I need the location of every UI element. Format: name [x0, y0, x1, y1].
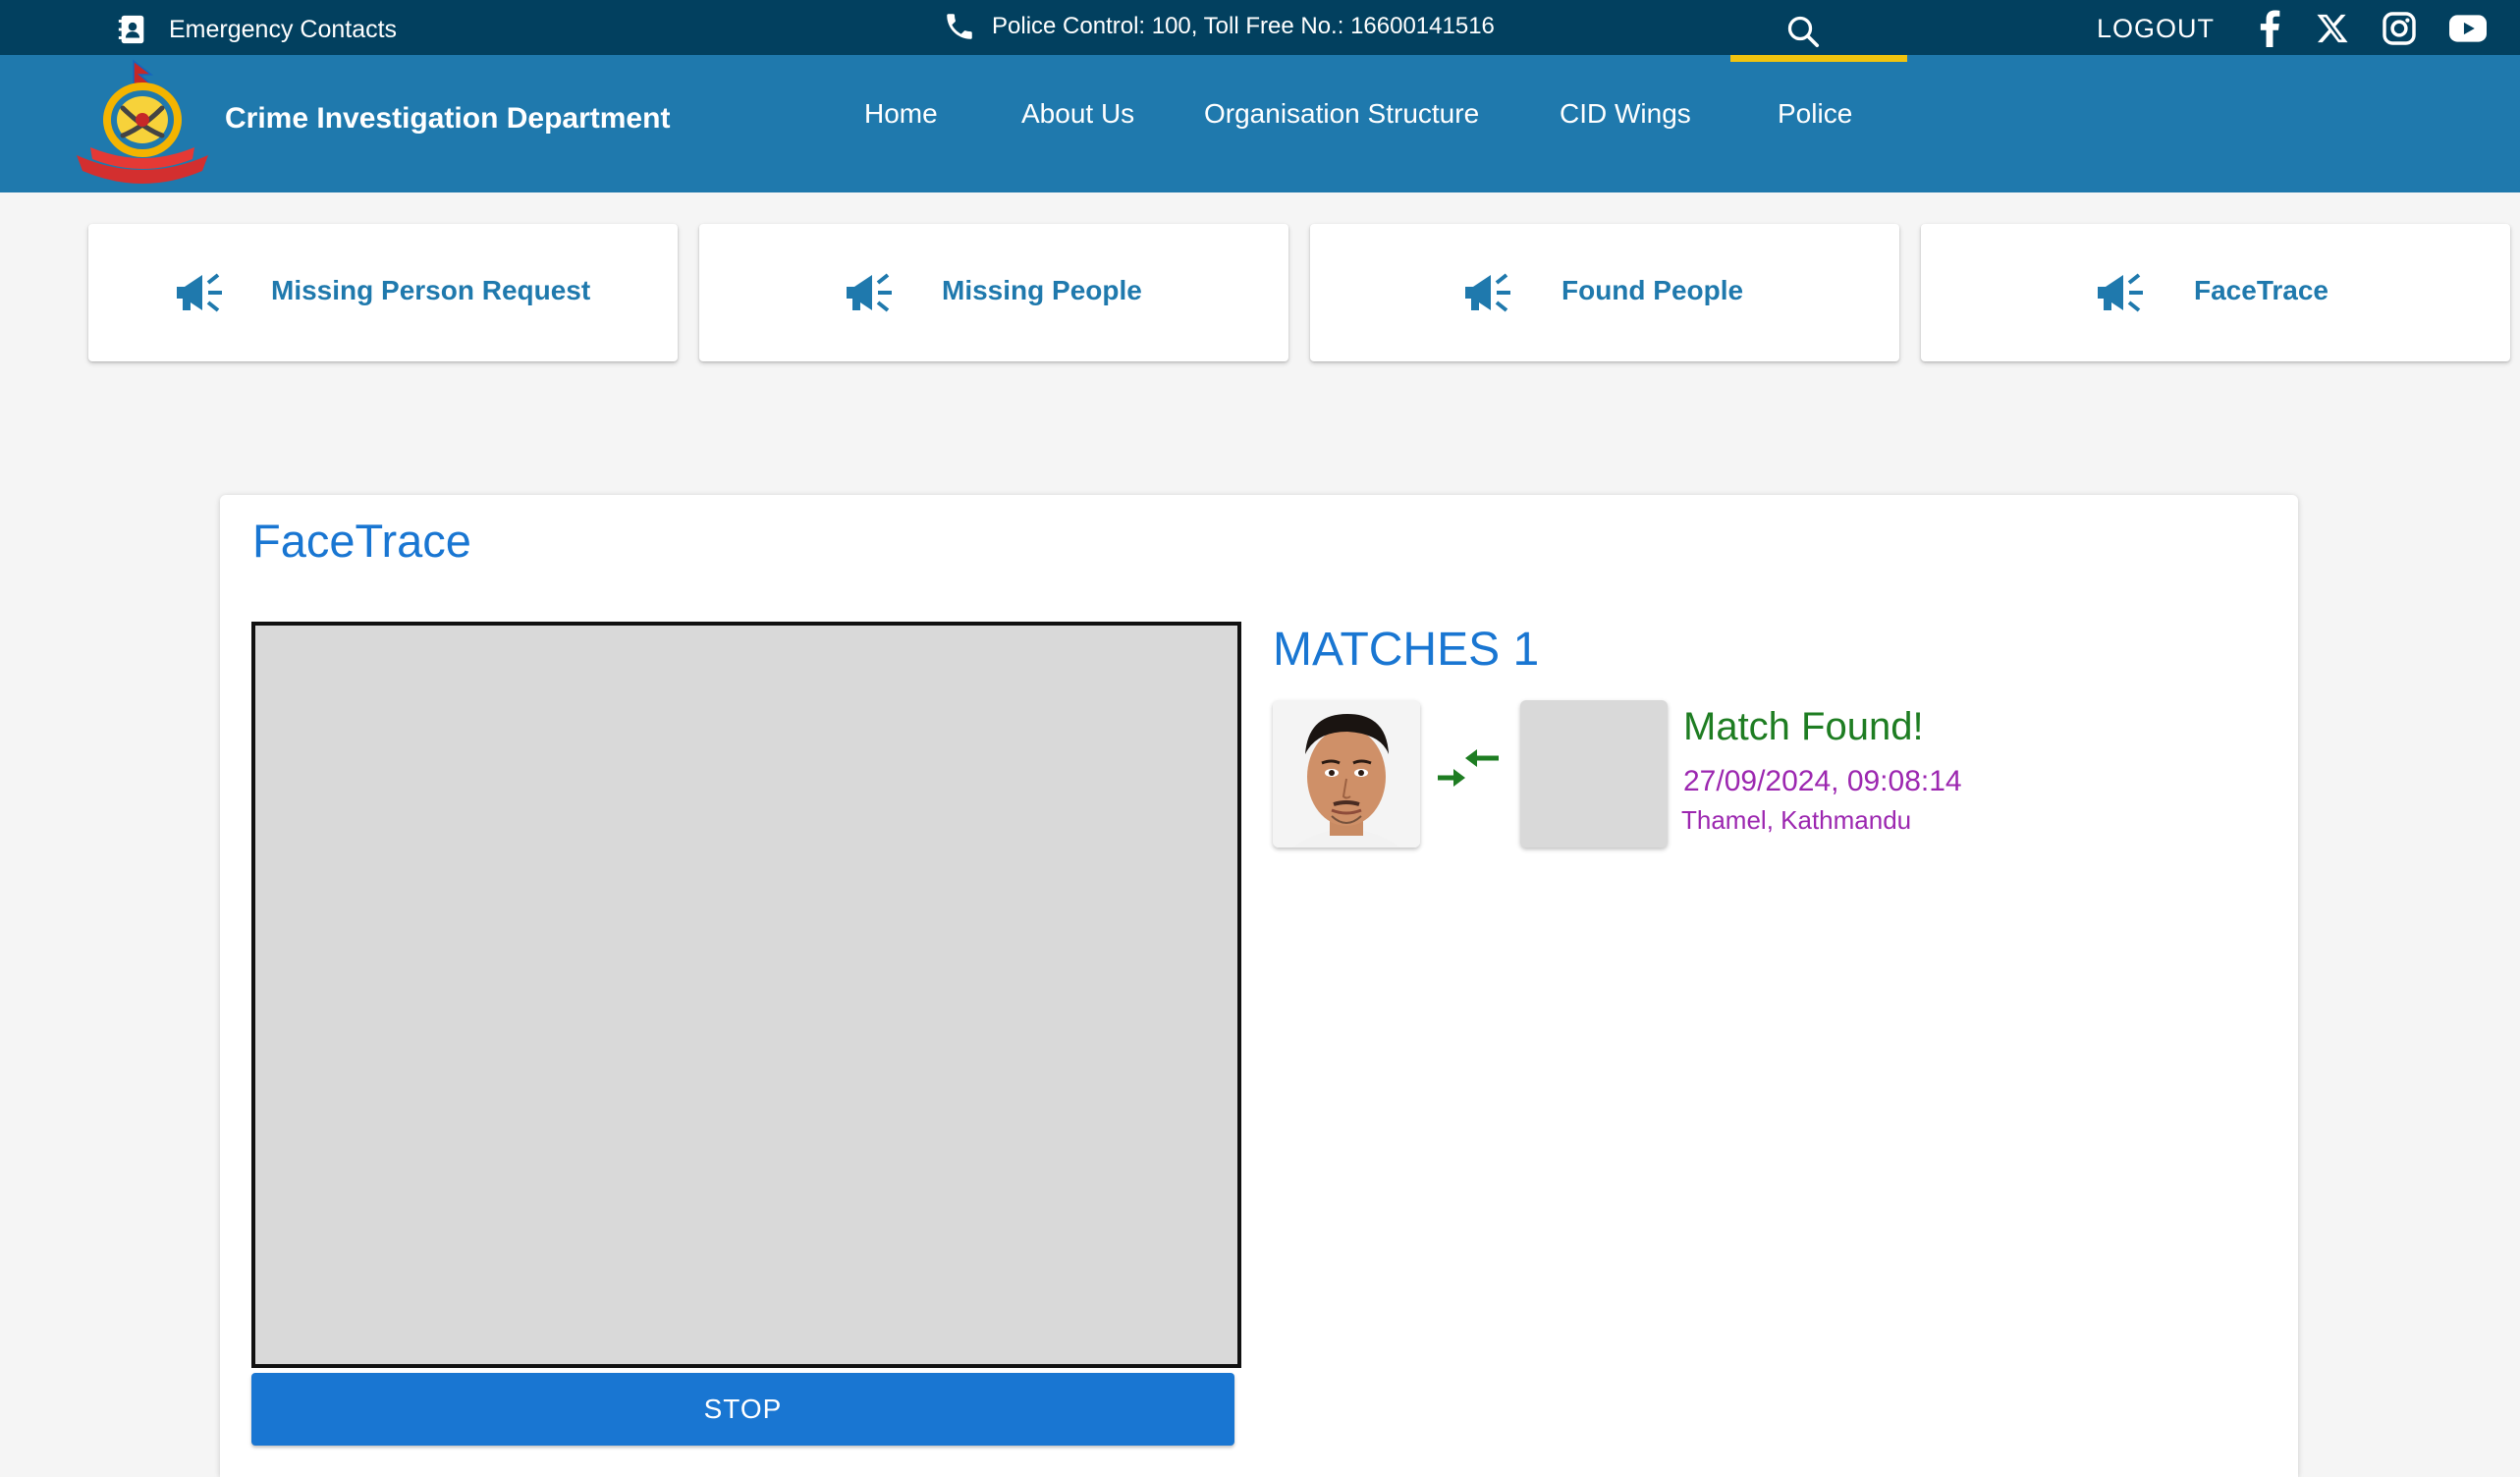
nav-cid-wings[interactable]: CID Wings: [1560, 98, 1691, 130]
page-title: FaceTrace: [252, 515, 471, 567]
nav-organisation-structure[interactable]: Organisation Structure: [1204, 98, 1479, 130]
quick-link-label: Missing Person Request: [271, 275, 591, 305]
police-logo[interactable]: [69, 59, 216, 187]
quick-link-label: FaceTrace: [2194, 275, 2328, 305]
facebook-link[interactable]: [2251, 10, 2288, 47]
nav-home[interactable]: Home: [864, 98, 938, 130]
youtube-link[interactable]: [2449, 10, 2487, 47]
police-contact-text: Police Control: 100, Toll Free No.: 1660…: [992, 13, 1495, 39]
quick-link-found-people[interactable]: Found People: [1310, 224, 1899, 361]
contacts-book-icon: [118, 15, 144, 44]
youtube-icon: [2449, 15, 2487, 42]
quick-link-label: Found People: [1561, 275, 1744, 305]
megaphone-icon: [177, 273, 222, 312]
instagram-link[interactable]: [2381, 10, 2418, 47]
quick-link-missing-people[interactable]: Missing People: [699, 224, 1288, 361]
logout-button[interactable]: LOGOUT: [2097, 14, 2215, 44]
match-location: Thamel, Kathmandu: [1681, 805, 1912, 835]
matches-heading: MATCHES 1: [1273, 624, 1540, 676]
quick-link-missing-person-request[interactable]: Missing Person Request: [88, 224, 678, 361]
search-icon: [1787, 16, 1820, 48]
match-datetime: 27/09/2024, 09:08:14: [1683, 765, 1962, 797]
matched-person-photo[interactable]: [1273, 700, 1420, 848]
nav-about-us[interactable]: About Us: [1021, 98, 1134, 130]
captured-face-placeholder[interactable]: [1520, 700, 1668, 848]
x-icon: [2317, 14, 2348, 43]
nav-police[interactable]: Police: [1778, 98, 1852, 130]
top-utility-bar: Emergency Contacts Police Control: 100, …: [0, 0, 2520, 55]
camera-video-feed: [251, 622, 1241, 1368]
main-header: Crime Investigation Department Home Abou…: [0, 55, 2520, 192]
megaphone-icon: [2098, 273, 2143, 312]
stop-button[interactable]: STOP: [251, 1373, 1234, 1446]
megaphone-icon: [1465, 273, 1510, 312]
facebook-icon: [2260, 10, 2280, 47]
quick-link-facetrace[interactable]: FaceTrace: [1921, 224, 2510, 361]
search-button[interactable]: [1785, 14, 1821, 49]
compare-arrows-icon: [1438, 749, 1499, 787]
phone-icon: [947, 14, 972, 39]
person-face-icon: [1273, 700, 1420, 848]
site-title[interactable]: Crime Investigation Department: [225, 102, 670, 136]
police-contact-info: Police Control: 100, Toll Free No.: 1660…: [943, 10, 1495, 43]
emergency-contacts-link[interactable]: Emergency Contacts: [116, 13, 397, 46]
megaphone-icon: [847, 273, 892, 312]
active-nav-indicator: [1730, 55, 1907, 62]
quick-link-label: Missing People: [942, 275, 1142, 305]
match-status: Match Found!: [1683, 705, 1924, 748]
facetrace-panel: FaceTrace STOP MATCHES 1 Match Found! 27…: [220, 495, 2298, 1477]
x-link[interactable]: [2314, 10, 2351, 47]
emergency-contacts-label: Emergency Contacts: [169, 15, 398, 43]
nepal-police-emblem-icon: [77, 59, 208, 184]
instagram-icon: [2383, 12, 2416, 45]
